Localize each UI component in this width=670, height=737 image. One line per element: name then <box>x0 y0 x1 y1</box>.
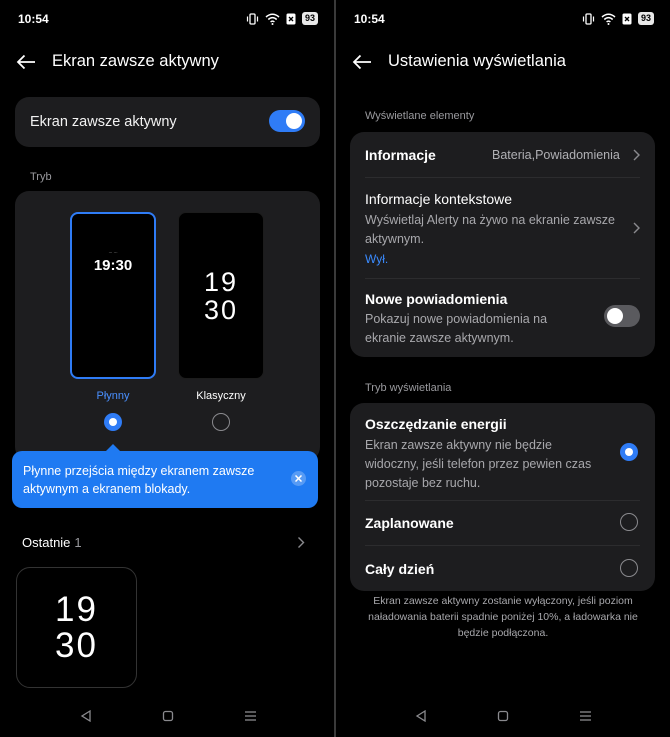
vibrate-icon <box>246 12 259 25</box>
new-notif-title: Nowe powiadomienia <box>365 291 508 307</box>
tooltip-arrow <box>105 444 121 452</box>
context-info-row[interactable]: Informacje kontekstowe Wyświetlaj Alerty… <box>350 178 655 278</box>
right-screen: 10:54 93 Ustawienia wyświetlania Wyświet… <box>336 0 670 737</box>
aod-toggle-label: Ekran zawsze aktywny <box>30 114 177 130</box>
status-bar: 10:54 93 <box>0 0 334 36</box>
mode-row-scheduled[interactable]: Zaplanowane <box>350 501 655 545</box>
recent-label: Ostatnie <box>22 535 71 550</box>
mode-allday-title: Cały dzień <box>365 561 435 577</box>
close-icon <box>295 475 302 482</box>
status-time: 10:54 <box>354 12 385 26</box>
nav-recents-button[interactable] <box>240 706 260 726</box>
info-row[interactable]: Informacje Bateria,Powiadomienia <box>350 132 655 177</box>
navigation-bar <box>0 706 334 728</box>
mode-name-fluid: Płynny <box>96 390 130 402</box>
battery-indicator: 93 <box>301 12 318 25</box>
displayed-elements-card: Informacje Bateria,Powiadomienia Informa… <box>350 132 655 357</box>
mode-energy-title: Oszczędzanie energii <box>365 416 507 432</box>
nav-back-icon <box>80 710 91 722</box>
mode-radio-scheduled[interactable] <box>620 513 638 531</box>
preview-time-classic: 19 30 <box>203 267 239 325</box>
preview-date-text: ··· ··· <box>108 250 118 255</box>
aod-toggle-switch[interactable] <box>269 110 305 132</box>
context-row-title: Informacje kontekstowe <box>365 191 513 207</box>
aod-toggle-card: Ekran zawsze aktywny <box>15 97 320 147</box>
chevron-right-icon <box>633 149 640 161</box>
back-arrow-icon <box>16 54 35 70</box>
recent-count: 1 <box>74 535 82 550</box>
status-icons: 93 <box>246 12 318 25</box>
mode-row-all-day[interactable]: Cały dzień <box>350 546 655 591</box>
tooltip-text: Płynne przejścia między ekranem zawsze a… <box>23 464 255 496</box>
preview-time-fluid: 19:30 <box>93 257 133 274</box>
sim-x-icon <box>622 13 632 25</box>
page-title: Ustawienia wyświetlania <box>388 52 566 70</box>
mode-energy-desc: Ekran zawsze aktywny nie będzie widoczny… <box>365 438 592 490</box>
mode-card: ··· ··· 19:30 19 30 Płynny Klasyczny <box>15 191 320 461</box>
mode-name-classic: Klasyczny <box>196 390 246 402</box>
page-title: Ekran zawsze aktywny <box>52 52 219 70</box>
nav-home-icon <box>162 710 174 722</box>
mode-row-energy-saving[interactable]: Oszczędzanie energii Ekran zawsze aktywn… <box>350 403 655 500</box>
nav-recents-button[interactable] <box>575 706 595 726</box>
back-arrow-icon <box>352 54 371 70</box>
display-mode-card: Oszczędzanie energii Ekran zawsze aktywn… <box>350 403 655 591</box>
navigation-bar <box>336 706 670 728</box>
wifi-icon <box>601 13 616 25</box>
wifi-icon <box>265 13 280 25</box>
nav-recents-icon <box>579 711 591 721</box>
status-time: 10:54 <box>18 12 49 26</box>
mode-radio-energy-saving[interactable] <box>620 443 638 461</box>
info-row-value: Bateria,Powiadomienia <box>492 148 620 162</box>
page-header: Ustawienia wyświetlania <box>336 44 670 80</box>
page-header: Ekran zawsze aktywny <box>0 44 334 80</box>
nav-back-icon <box>415 710 426 722</box>
tooltip-close-button[interactable] <box>291 471 306 486</box>
mode-scheduled-title: Zaplanowane <box>365 515 454 531</box>
status-icons: 93 <box>582 12 654 25</box>
nav-home-icon <box>497 710 509 722</box>
context-row-desc: Wyświetlaj Alerty na żywo na ekranie zaw… <box>365 213 615 246</box>
status-bar: 10:54 93 <box>336 0 670 36</box>
mode-section-label: Tryb <box>30 171 52 183</box>
new-notifications-row: Nowe powiadomienia Pokazuj nowe powiadom… <box>350 279 655 357</box>
chevron-right-icon <box>298 537 305 548</box>
tooltip: Płynne przejścia między ekranem zawsze a… <box>12 444 318 508</box>
vibrate-icon <box>582 12 595 25</box>
nav-back-button[interactable] <box>411 706 431 726</box>
recent-thumb-time: 19 30 <box>55 590 98 665</box>
back-button[interactable] <box>350 50 374 74</box>
sim-x-icon <box>286 13 296 25</box>
mode-radio-classic[interactable] <box>212 413 230 431</box>
new-notif-desc: Pokazuj nowe powiadomienia na ekranie za… <box>365 312 548 345</box>
nav-back-button[interactable] <box>76 706 96 726</box>
display-mode-section-label: Tryb wyświetlania <box>365 382 452 394</box>
nav-home-button[interactable] <box>493 706 513 726</box>
displayed-section-label: Wyświetlane elementy <box>365 110 475 122</box>
mode-preview-classic[interactable]: 19 30 <box>178 212 264 379</box>
nav-home-button[interactable] <box>158 706 178 726</box>
new-notifications-switch[interactable] <box>604 305 640 327</box>
mode-radio-fluid[interactable] <box>104 413 122 431</box>
back-button[interactable] <box>14 50 38 74</box>
context-row-status: Wył. <box>365 252 389 266</box>
chevron-right-icon <box>633 222 640 234</box>
recent-row[interactable]: Ostatnie 1 <box>22 534 312 552</box>
left-screen: 10:54 93 Ekran zawsze aktywny Ekran zaws… <box>0 0 334 737</box>
info-row-title: Informacje <box>365 147 436 163</box>
recent-thumbnail[interactable]: 19 30 <box>16 567 137 688</box>
mode-radio-all-day[interactable] <box>620 559 638 577</box>
battery-footnote: Ekran zawsze aktywny zostanie wyłączony,… <box>368 595 638 639</box>
battery-indicator: 93 <box>637 12 654 25</box>
nav-recents-icon <box>244 711 256 721</box>
mode-preview-fluid[interactable]: ··· ··· 19:30 <box>70 212 156 379</box>
